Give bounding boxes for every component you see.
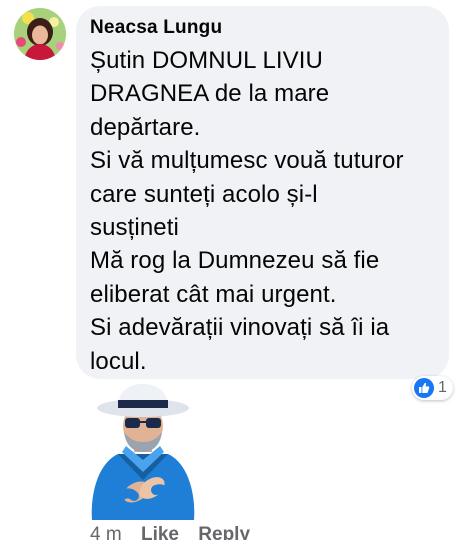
comment-line: depărtare. — [90, 113, 201, 141]
comment-line: DRAGNEA de la mare — [90, 80, 330, 108]
avatar-image — [14, 8, 66, 60]
comment-line: Si vă mulțumesc vouă tuturor — [90, 147, 404, 175]
comment-text: Șutin DOMNUL LIVIU DRAGNEA de la mare de… — [90, 44, 435, 378]
reaction-summary[interactable]: 1 — [412, 376, 453, 400]
comment-line: Si adevărații vinovați să îi ia — [90, 314, 390, 342]
comment-timestamp[interactable]: 4 m — [90, 524, 122, 540]
comment-line: care sunteți acolo și-l — [90, 180, 318, 208]
avatar[interactable] — [14, 8, 66, 60]
comment-line: susțineti — [90, 214, 179, 242]
comment-line: Șutin DOMNUL LIVIU — [90, 47, 323, 74]
reply-button[interactable]: Reply — [198, 524, 250, 540]
comment-line: eliberat cât mai urgent. — [90, 280, 337, 308]
comment-author[interactable]: Neacsa Lungu — [90, 16, 435, 40]
reaction-count: 1 — [438, 379, 447, 396]
comment-bubble: Neacsa Lungu Șutin DOMNUL LIVIU DRAGNEA … — [76, 6, 449, 379]
thumbs-up-icon — [414, 378, 434, 398]
comment-page: Neacsa Lungu Șutin DOMNUL LIVIU DRAGNEA … — [0, 0, 473, 540]
comment-line: Mă rog la Dumnezeu să fie — [90, 247, 380, 275]
applauding-man-sticker[interactable] — [78, 380, 208, 520]
comment-actions: 4 m Like Reply — [90, 524, 264, 540]
like-button[interactable]: Like — [141, 524, 179, 540]
comment-line: locul. — [90, 347, 147, 375]
